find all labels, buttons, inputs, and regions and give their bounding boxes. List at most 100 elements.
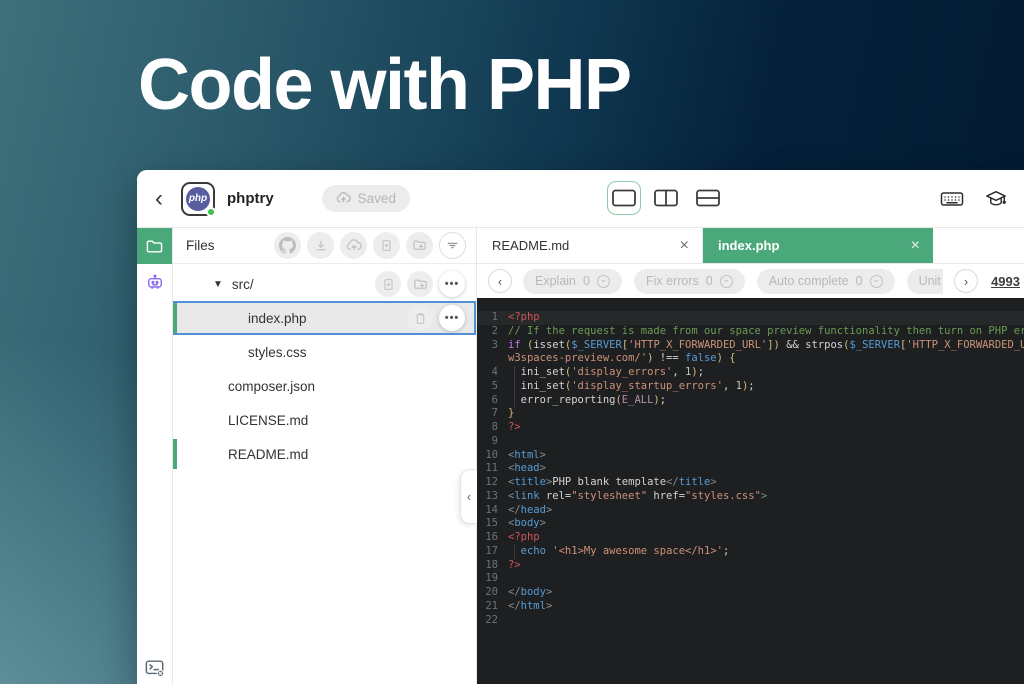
file-label: README.md xyxy=(228,447,308,462)
line-content xyxy=(508,614,1024,628)
line-content: <?php xyxy=(508,531,1024,545)
more-button[interactable]: ••• xyxy=(439,305,465,331)
unit-test-button[interactable]: Unit test0⌄ xyxy=(907,269,944,294)
toolbar-scroll-right-button[interactable]: › xyxy=(954,269,978,293)
tab-label: README.md xyxy=(492,238,569,253)
code-line: 21</html> xyxy=(477,600,1024,614)
chevron-down-icon: ⌄ xyxy=(720,275,733,288)
php-logo[interactable]: php xyxy=(181,182,215,216)
line-content: ?> xyxy=(508,421,1024,435)
tree-file-license-md[interactable]: LICENSE.md xyxy=(173,403,476,437)
back-button[interactable]: ‹ xyxy=(149,187,169,211)
code-line: 22 xyxy=(477,614,1024,628)
line-number: 17 xyxy=(477,545,508,559)
line-number: 10 xyxy=(477,449,508,463)
pill-count: 0 xyxy=(706,274,713,288)
project-name: phptry xyxy=(227,190,274,207)
rail-assistant-button[interactable] xyxy=(137,264,172,300)
auto-complete-button[interactable]: Auto complete0⌄ xyxy=(757,269,895,294)
tree-file-readme-md[interactable]: README.md xyxy=(173,437,476,471)
line-number: 8 xyxy=(477,421,508,435)
code-line: 1<?php xyxy=(477,311,1024,325)
line-number: 5 xyxy=(477,380,508,394)
chevron-down-icon: ⌄ xyxy=(870,275,883,288)
collapse-panel-handle[interactable]: ‹ xyxy=(460,469,477,524)
tree-file-composer-json[interactable]: composer.json xyxy=(173,369,476,403)
layout-single-pane-button[interactable] xyxy=(607,181,641,215)
fix-errors-button[interactable]: Fix errors 0 ⌄ xyxy=(634,269,745,294)
code-editor[interactable]: 1<?php2// If the request is made from ou… xyxy=(477,298,1024,684)
new-folder-icon xyxy=(412,238,427,253)
layout-split-rows-button[interactable] xyxy=(691,181,725,215)
code-line: 17 echo '<h1>My awesome space</h1>'; xyxy=(477,545,1024,559)
topbar-right-icons xyxy=(940,188,1008,210)
line-number: 11 xyxy=(477,462,508,476)
clipboard-icon xyxy=(414,312,427,325)
tab-index-php[interactable]: index.php× xyxy=(703,228,933,263)
download-icon xyxy=(314,239,328,253)
editor-window: ‹ php phptry Saved xyxy=(137,170,1024,684)
pill-label: Explain xyxy=(535,274,576,288)
close-icon[interactable]: × xyxy=(680,237,689,255)
cloud-upload-icon xyxy=(336,191,351,206)
line-number: 22 xyxy=(477,614,508,628)
line-number: 15 xyxy=(477,517,508,531)
code-line: 3if (isset($_SERVER['HTTP_X_FORWARDED_UR… xyxy=(477,339,1024,353)
tab-bar: README.md×index.php× xyxy=(477,228,1024,264)
tab-readme-md[interactable]: README.md × xyxy=(477,228,703,263)
chevron-down-icon: ⌄ xyxy=(597,275,610,288)
download-button[interactable] xyxy=(307,232,334,259)
toolbar-scroll-left-button[interactable]: ‹ xyxy=(488,269,512,293)
files-panel-title: Files xyxy=(186,238,215,253)
code-line: 7} xyxy=(477,407,1024,421)
file-label: src/ xyxy=(232,277,254,292)
school-icon[interactable] xyxy=(984,188,1008,210)
saved-button[interactable]: Saved xyxy=(322,185,410,212)
upload-button[interactable] xyxy=(340,232,367,259)
line-number: 13 xyxy=(477,490,508,504)
code-line: w3spaces-preview.com/') !== false) { xyxy=(477,352,1024,366)
credits-counter-link[interactable]: 4993 xyxy=(991,274,1020,289)
close-icon[interactable]: × xyxy=(911,237,920,255)
new-file-button[interactable] xyxy=(373,232,400,259)
new-folder-button[interactable] xyxy=(406,232,433,259)
folder-icon xyxy=(146,239,163,254)
line-number: 4 xyxy=(477,366,508,380)
code-line: 13<link rel="stylesheet" href="styles.cs… xyxy=(477,490,1024,504)
line-content: error_reporting(E_ALL); xyxy=(508,394,1024,408)
keyboard-icon[interactable] xyxy=(940,190,964,208)
code-line: 10<html> xyxy=(477,449,1024,463)
github-button[interactable] xyxy=(274,232,301,259)
caret-down-icon[interactable]: ▼ xyxy=(213,279,223,290)
tree-file-index-php[interactable]: index.php ••• xyxy=(173,301,476,335)
more-button[interactable]: ••• xyxy=(439,271,465,297)
robot-icon xyxy=(145,272,165,292)
upload-cloud-icon xyxy=(346,238,362,254)
tree-file-styles-css[interactable]: styles.css xyxy=(173,335,476,369)
file-label: index.php xyxy=(248,311,307,326)
code-line: 8?> xyxy=(477,421,1024,435)
explain-button[interactable]: Explain0⌄ xyxy=(523,269,622,294)
pill-count: 0 xyxy=(856,274,863,288)
line-content xyxy=(508,435,1024,449)
layout-split-columns-button[interactable] xyxy=(649,181,683,215)
code-line: 14</head> xyxy=(477,504,1024,518)
line-content: echo '<h1>My awesome space</h1>'; xyxy=(508,545,1024,559)
rail-files-button[interactable] xyxy=(137,228,172,264)
code-line: 18?> xyxy=(477,559,1024,573)
pill-label: Fix errors xyxy=(646,274,699,288)
line-number: 12 xyxy=(477,476,508,490)
terminal-icon xyxy=(144,658,166,678)
clipboard-button[interactable] xyxy=(407,305,433,331)
new-file-button[interactable] xyxy=(375,271,401,297)
line-number: 2 xyxy=(477,325,508,339)
tree-folder-src[interactable]: ▼ src/ ••• xyxy=(173,267,476,301)
editor-column: README.md×index.php× ‹ Explain0⌄Fix erro… xyxy=(477,228,1024,684)
new-folder-button[interactable] xyxy=(407,271,433,297)
line-number: 21 xyxy=(477,600,508,614)
row-actions: ••• xyxy=(407,305,476,331)
rail-terminal-button[interactable] xyxy=(137,658,172,678)
filter-button[interactable] xyxy=(439,232,466,259)
code-line: 12<title>PHP blank template</title> xyxy=(477,476,1024,490)
line-content: <body> xyxy=(508,517,1024,531)
